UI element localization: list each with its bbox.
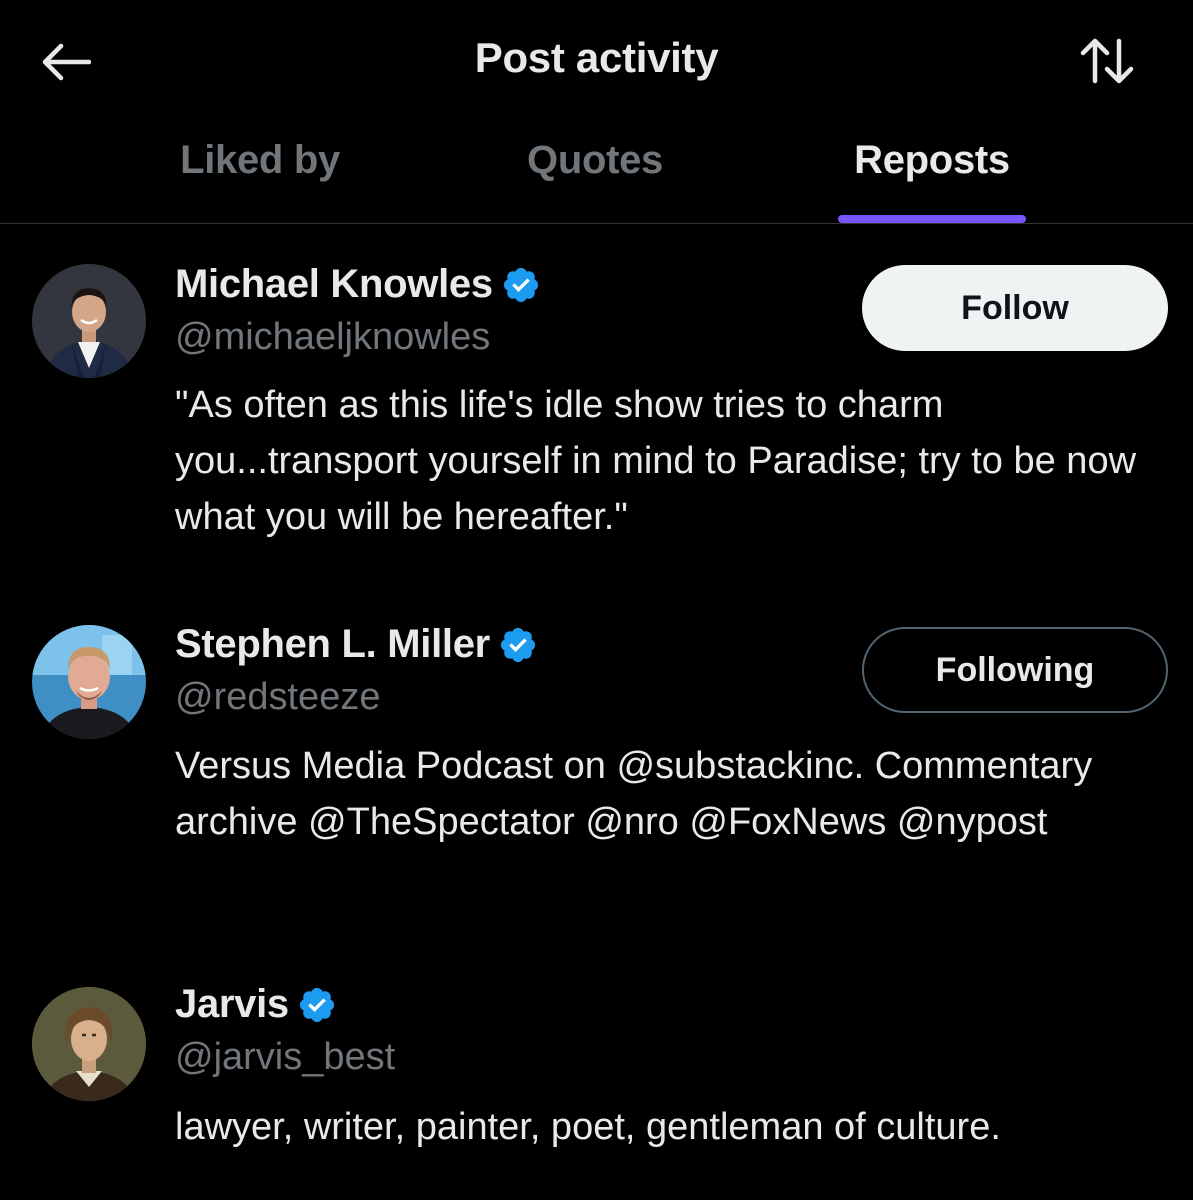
- user-list-item[interactable]: Michael Knowles @michaeljknowles Follow …: [0, 240, 1193, 580]
- sort-arrows-icon: [1080, 38, 1134, 84]
- user-handle: @jarvis_best: [175, 1036, 396, 1078]
- tab-liked-by[interactable]: Liked by: [140, 138, 380, 223]
- user-bio: lawyer, writer, painter, poet, gentleman…: [175, 1106, 1001, 1148]
- user-list-item[interactable]: Stephen L. Miller @redsteeze Following V…: [0, 600, 1193, 940]
- user-display-name[interactable]: Jarvis: [175, 982, 289, 1027]
- user-name-row: Jarvis: [175, 982, 337, 1027]
- user-name-row: Stephen L. Miller: [175, 622, 538, 667]
- follow-button[interactable]: Follow: [862, 265, 1168, 351]
- active-tab-indicator: [838, 215, 1026, 223]
- tab-quotes[interactable]: Quotes: [475, 138, 715, 223]
- tab-reposts[interactable]: Reposts: [812, 138, 1052, 223]
- avatar[interactable]: [32, 625, 146, 739]
- user-list-item[interactable]: Jarvis @jarvis_best lawyer, writer, pain…: [0, 960, 1193, 1200]
- verified-badge-icon[interactable]: [501, 265, 541, 305]
- user-bio: Versus Media Podcast on @substackinc. Co…: [175, 745, 1093, 843]
- verified-badge-icon[interactable]: [498, 625, 538, 665]
- user-display-name[interactable]: Michael Knowles: [175, 262, 493, 307]
- following-button[interactable]: Following: [862, 627, 1168, 713]
- page-title: Post activity: [474, 34, 719, 81]
- tab-bar: Liked by Quotes Reposts: [0, 120, 1193, 224]
- avatar[interactable]: [32, 987, 146, 1101]
- user-bio: "As often as this life's idle show tries…: [175, 384, 1137, 538]
- avatar[interactable]: [32, 264, 146, 378]
- user-handle: @michaeljknowles: [175, 316, 491, 358]
- sort-button[interactable]: [1072, 32, 1142, 90]
- verified-badge-icon[interactable]: [297, 985, 337, 1025]
- top-bar: Post activity: [0, 0, 1193, 120]
- user-name-row: Michael Knowles: [175, 262, 541, 307]
- user-handle: @redsteeze: [175, 676, 381, 718]
- user-display-name[interactable]: Stephen L. Miller: [175, 622, 490, 667]
